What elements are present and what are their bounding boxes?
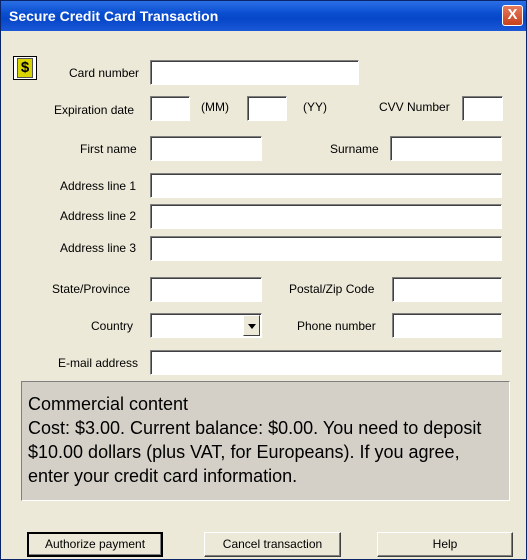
cvv-field[interactable] <box>462 96 503 121</box>
cvv-label: CVV Number <box>379 100 450 114</box>
phone-number-field[interactable] <box>392 313 502 338</box>
expiration-month-field[interactable] <box>150 96 190 121</box>
authorize-payment-button[interactable]: Authorize payment <box>27 532 163 557</box>
country-label: Country <box>91 319 134 333</box>
postal-code-label: Postal/Zip Code <box>289 282 375 296</box>
address-line-1-label: Address line 1 <box>60 179 137 193</box>
info-heading: Commercial content <box>28 394 189 414</box>
commercial-content-panel: Commercial content Cost: $3.00. Current … <box>21 381 510 501</box>
dollar-icon: $ <box>13 56 37 80</box>
state-province-label: State/Province <box>52 282 131 296</box>
dialog-window: Secure Credit Card Transaction X $ Card … <box>0 0 527 560</box>
help-button[interactable]: Help <box>377 532 513 557</box>
surname-label: Surname <box>330 142 379 156</box>
phone-number-label: Phone number <box>297 319 376 333</box>
first-name-field[interactable] <box>150 136 262 161</box>
card-number-field[interactable] <box>150 60 359 85</box>
expiration-year-field[interactable] <box>247 96 287 121</box>
expiration-date-label: Expiration date <box>54 103 135 117</box>
card-number-label: Card number <box>69 66 140 80</box>
dollar-glyph: $ <box>17 58 33 78</box>
address-line-3-field[interactable] <box>150 236 502 261</box>
chevron-down-icon[interactable] <box>243 315 260 336</box>
title-bar[interactable]: Secure Credit Card Transaction X <box>1 1 526 31</box>
info-message: Cost: $3.00. Current balance: $0.00. You… <box>28 418 482 486</box>
first-name-label: First name <box>80 142 137 156</box>
email-address-field[interactable] <box>150 350 502 375</box>
close-button[interactable]: X <box>502 5 523 26</box>
address-line-1-field[interactable] <box>150 173 502 198</box>
yy-label: (YY) <box>303 100 327 114</box>
address-line-2-label: Address line 2 <box>60 209 137 223</box>
cancel-transaction-button[interactable]: Cancel transaction <box>204 532 341 557</box>
address-line-2-field[interactable] <box>150 204 502 229</box>
window-title: Secure Credit Card Transaction <box>9 8 219 24</box>
email-address-label: E-mail address <box>58 356 139 370</box>
surname-field[interactable] <box>390 136 502 161</box>
state-province-field[interactable] <box>150 277 262 302</box>
postal-code-field[interactable] <box>392 277 502 302</box>
address-line-3-label: Address line 3 <box>60 241 137 255</box>
mm-label: (MM) <box>201 100 229 114</box>
